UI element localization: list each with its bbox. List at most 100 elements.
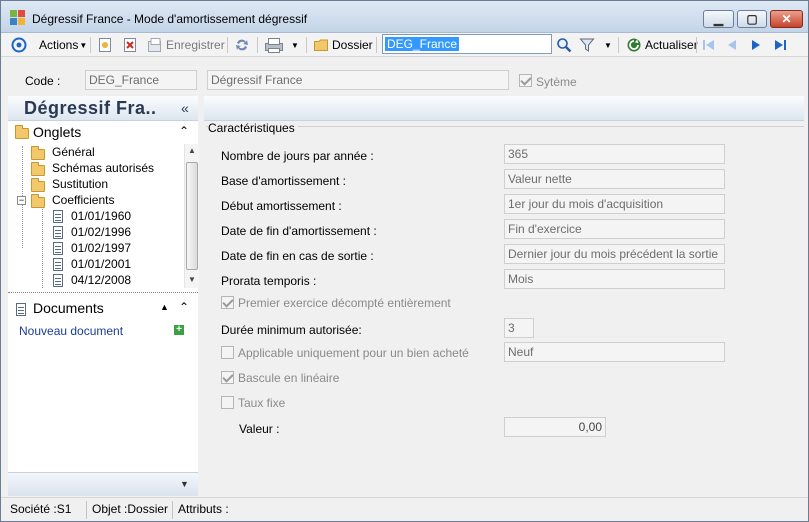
min-duration-label: Durée minimum autorisée: [221,323,362,337]
minimize-button[interactable]: ▁ [703,10,734,28]
toolbar-separator [257,37,258,53]
linear-switch-label: Bascule en linéaire [238,371,340,385]
folder-button[interactable]: Dossier [313,36,373,54]
application-window: Dégressif France - Mode d'amortissement … [0,0,809,522]
linear-switch-checkbox[interactable] [221,371,234,384]
depreciation-end-label: Date de fin d'amortissement : [221,224,377,238]
system-checkbox[interactable] [519,74,532,87]
tree-item-coefficient[interactable]: 01/02/1996 [71,225,131,239]
actions-menu-button[interactable]: Actions ▼ [39,36,87,54]
last-record-button[interactable] [772,36,791,54]
scroll-up-icon[interactable]: ▲ [188,146,196,155]
first-record-icon [701,37,717,53]
system-label: Sytème [536,75,577,89]
tree-item-general[interactable]: Général [52,145,95,159]
toolbar-separator [376,37,377,53]
delete-button[interactable] [122,36,141,54]
days-per-year-field[interactable]: 365 [504,144,725,164]
status-company: Société :S1 [7,501,87,519]
new-button[interactable] [97,36,116,54]
tabs-section-title: Onglets [33,124,82,140]
value-field[interactable]: 0,00 [504,417,606,437]
first-record-button[interactable] [701,36,720,54]
scroll-down-icon[interactable]: ▼ [188,275,196,284]
code-field[interactable]: DEG_France [85,70,197,90]
documents-section-title: Documents [33,300,104,316]
refresh-label: Actualiser [645,38,698,52]
tabs-section-header[interactable]: Onglets ⌃ [8,123,198,143]
chevron-down-icon[interactable]: ▼ [180,479,189,489]
next-record-icon [748,37,764,53]
document-icon [53,210,63,223]
toolbar-separator [696,37,697,53]
splitter[interactable] [8,292,198,293]
previous-record-button[interactable] [724,36,743,54]
left-panel-title: Dégressif Fra.. [24,98,157,118]
search-input-container[interactable]: DEG_France [382,34,552,54]
close-button[interactable]: ✕ [770,10,803,28]
maximize-button[interactable]: ▢ [737,10,767,28]
document-icon [53,258,63,271]
printer-icon [264,37,284,53]
window-title: Dégressif France - Mode d'amortissement … [32,12,308,26]
tree-item-coefficient[interactable]: 01/02/1997 [71,241,131,255]
collapse-section-icon[interactable]: ⌃ [179,124,189,138]
delete-icon [122,37,138,53]
search-input[interactable]: DEG_France [385,37,460,51]
tree-collapse-toggle[interactable]: − [17,196,26,205]
prorata-label: Prorata temporis : [221,274,317,288]
record-header: Code : DEG_France Dégressif France Sytèm… [1,58,808,96]
collapse-section-icon[interactable]: ⌃ [179,300,189,314]
filter-button[interactable]: ▼ [579,36,612,54]
sync-icon [234,37,250,53]
fixed-rate-checkbox[interactable] [221,396,234,409]
bought-only-checkbox[interactable] [221,346,234,359]
add-icon[interactable]: + [174,325,184,335]
move-up-icon[interactable]: ▲ [160,302,169,312]
tree-item-coefficient[interactable]: 01/01/1960 [71,209,131,223]
chevron-down-icon: ▼ [604,40,612,50]
exit-end-date-field[interactable]: Dernier jour du mois précédent la sortie [504,244,725,264]
bought-only-label: Applicable uniquement pour un bien achet… [238,346,469,360]
search-button[interactable] [556,36,575,54]
status-bar: Société :S1 Objet :Dossier Attributs : [1,497,808,521]
new-document-link[interactable]: Nouveau document [19,324,123,338]
refresh-icon [626,37,642,53]
collapse-panel-icon[interactable]: « [181,100,189,116]
next-record-button[interactable] [748,36,767,54]
documents-section-header[interactable]: Documents ▲ ⌃ [8,299,198,319]
tree-item-coefficient[interactable]: 01/01/2001 [71,257,131,271]
tree-item-substitution[interactable]: Sustitution [52,177,108,191]
tree-connector [42,206,43,288]
last-record-icon [772,37,788,53]
save-icon [147,37,163,53]
name-field[interactable]: Dégressif France [207,70,509,90]
toolbar-separator [90,37,91,53]
depreciation-base-label: Base d'amortissement : [221,174,347,188]
first-year-checkbox[interactable] [221,296,234,309]
sync-button[interactable] [234,36,253,54]
depreciation-base-field[interactable]: Valeur nette [504,169,725,189]
folder-icon [313,37,329,53]
tree-item-coefficients[interactable]: Coefficients [52,193,114,207]
depreciation-start-field[interactable]: 1er jour du mois d'acquisition [504,194,725,214]
filter-icon [579,37,595,53]
refresh-button[interactable]: Actualiser [626,36,698,54]
min-duration-field[interactable]: 3 [504,318,534,338]
folder-label: Dossier [332,38,373,52]
depreciation-end-field[interactable]: Fin d'exercice [504,219,725,239]
scrollbar-thumb[interactable] [186,162,198,270]
exit-end-date-label: Date de fin en cas de sortie : [221,249,374,263]
save-button[interactable]: Enregistrer [147,36,225,54]
bought-only-field[interactable]: Neuf [504,342,725,362]
tree-item-coefficient[interactable]: 04/12/2008 [71,273,131,287]
toolbar-separator [306,37,307,53]
tree-item-schemas[interactable]: Schémas autorisés [52,161,154,175]
depreciation-start-label: Début amortissement : [221,199,342,213]
navigation-target-button[interactable] [11,36,30,54]
tree-scrollbar[interactable]: ▲ ▼ [184,144,199,288]
prorata-field[interactable]: Mois [504,269,725,289]
main-content: Caractéristiques Nombre de jours par ann… [204,96,804,496]
print-button[interactable]: ▼ [264,36,299,54]
chevron-down-icon: ▼ [291,40,299,50]
